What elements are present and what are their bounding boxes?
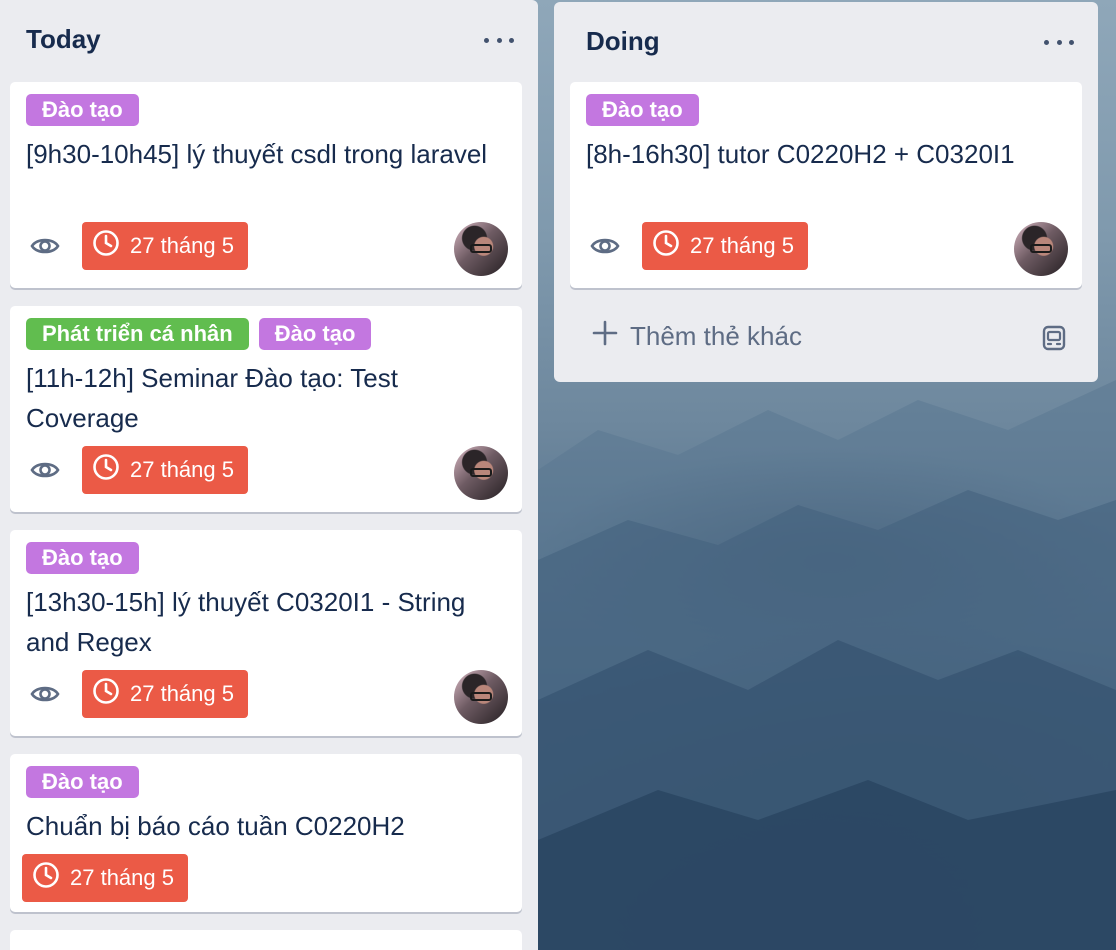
card-title: [8h-16h30] tutor C0220H2 + C0320I1: [586, 139, 1015, 169]
member-avatar[interactable]: [1014, 222, 1068, 276]
card-badges: 27 tháng 5: [26, 670, 248, 718]
member-avatar[interactable]: [454, 222, 508, 276]
member-avatar[interactable]: [454, 446, 508, 500]
due-date-text: 27 tháng 5: [130, 681, 234, 706]
card-badges: 27 tháng 5: [586, 222, 808, 270]
card-labels: Đào tạo: [26, 542, 139, 574]
eye-icon: [30, 679, 66, 709]
due-date-badge[interactable]: 27 tháng 5: [82, 670, 248, 718]
eye-icon: [30, 231, 66, 261]
clock-icon: [32, 861, 60, 895]
due-date-text: 27 tháng 5: [690, 233, 794, 258]
card[interactable]: Đào tạo [13h30-15h] lý thuyết C0320I1 - …: [10, 530, 522, 736]
card-template-icon[interactable]: [1040, 324, 1068, 352]
list-title[interactable]: Doing: [586, 26, 660, 62]
card-title: [11h-12h] Seminar Đào tạo: Test Coverage: [26, 363, 398, 433]
card-labels: Đào tạo: [26, 766, 139, 798]
card-badges: 27 tháng 5: [26, 222, 248, 270]
due-date-badge[interactable]: 27 tháng 5: [642, 222, 808, 270]
plus-icon: [592, 320, 618, 353]
eye-icon: [590, 231, 626, 261]
label-dao-tao[interactable]: Đào tạo: [586, 94, 699, 126]
member-avatar[interactable]: [454, 670, 508, 724]
label-phat-trien-ca-nhan[interactable]: Phát triển cá nhân: [26, 318, 249, 350]
label-dao-tao[interactable]: Đào tạo: [26, 766, 139, 798]
add-card-button[interactable]: Thêm thẻ khác: [592, 320, 802, 353]
card-labels: Phát triển cá nhân Đào tạo: [26, 318, 372, 350]
card[interactable]: [10, 930, 522, 950]
clock-icon: [652, 229, 680, 263]
due-date-badge[interactable]: 27 tháng 5: [22, 854, 188, 902]
card-title: [13h30-15h] lý thuyết C0320I1 - String a…: [26, 587, 466, 657]
due-date-text: 27 tháng 5: [130, 457, 234, 482]
list-title[interactable]: Today: [26, 24, 101, 60]
clock-icon: [92, 229, 120, 263]
label-dao-tao[interactable]: Đào tạo: [26, 94, 139, 126]
clock-icon: [92, 677, 120, 711]
card[interactable]: Đào tạo [8h-16h30] tutor C0220H2 + C0320…: [570, 82, 1082, 288]
card[interactable]: Đào tạo [9h30-10h45] lý thuyết csdl tron…: [10, 82, 522, 288]
card[interactable]: Đào tạo Chuẩn bị báo cáo tuần C0220H2 27…: [10, 754, 522, 912]
due-date-badge[interactable]: 27 tháng 5: [82, 446, 248, 494]
card-labels: Đào tạo: [26, 94, 139, 126]
clock-icon: [92, 453, 120, 487]
list-today: Today Đào tạo [9h30-10h45] lý thuyết csd…: [0, 0, 538, 950]
more-icon[interactable]: [1044, 30, 1074, 54]
card[interactable]: Phát triển cá nhân Đào tạo [11h-12h] Sem…: [10, 306, 522, 512]
card-labels: Đào tạo: [586, 94, 699, 126]
due-date-text: 27 tháng 5: [70, 865, 174, 890]
label-dao-tao[interactable]: Đào tạo: [26, 542, 139, 574]
card-title: Chuẩn bị báo cáo tuần C0220H2: [26, 811, 405, 841]
card-badges: 27 tháng 5: [22, 854, 188, 902]
eye-icon: [30, 455, 66, 485]
add-card-label: Thêm thẻ khác: [630, 321, 802, 351]
label-dao-tao[interactable]: Đào tạo: [258, 318, 372, 350]
due-date-text: 27 tháng 5: [130, 233, 234, 258]
card-badges: 27 tháng 5: [26, 446, 248, 494]
more-icon[interactable]: [484, 28, 514, 52]
due-date-badge[interactable]: 27 tháng 5: [82, 222, 248, 270]
list-doing: Doing Đào tạo [8h-16h30] tutor C0220H2 +…: [554, 2, 1098, 382]
card-title: [9h30-10h45] lý thuyết csdl trong larave…: [26, 139, 488, 169]
